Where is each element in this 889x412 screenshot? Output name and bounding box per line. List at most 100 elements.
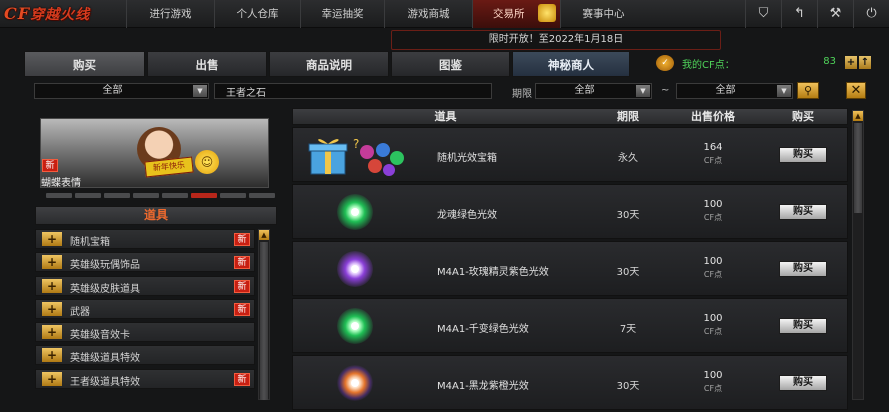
carousel-dot[interactable]: [75, 193, 101, 198]
clear-button[interactable]: ✕: [846, 82, 866, 99]
expand-plus-icon[interactable]: +: [42, 255, 62, 270]
item-period: 30天: [616, 210, 640, 221]
close-icon: ✕: [850, 83, 862, 98]
item-price-unit: CF点: [703, 384, 723, 393]
carousel-dot[interactable]: [220, 193, 246, 198]
orange-glow-icon: [337, 365, 373, 401]
expand-plus-icon[interactable]: +: [42, 325, 62, 340]
search-button[interactable]: ⚲: [797, 82, 819, 99]
category-item[interactable]: + 随机宝箱 新: [35, 229, 255, 249]
item-period: 30天: [616, 381, 640, 392]
buy-button[interactable]: 购买: [779, 204, 827, 220]
category-header: 道具: [35, 206, 277, 225]
carousel-dot[interactable]: [249, 193, 275, 198]
carousel-dot[interactable]: [133, 193, 159, 198]
item-period: 7天: [619, 324, 637, 335]
category-item[interactable]: + 英雄级音效卡: [35, 322, 255, 343]
power-icon[interactable]: ⏻: [853, 0, 889, 28]
new-badge: 新: [234, 233, 250, 246]
buy-button[interactable]: 购买: [779, 261, 827, 277]
expand-plus-icon[interactable]: +: [42, 371, 62, 386]
table-row: ? 随机光效宝箱 永久 164 CF点 购买: [292, 127, 848, 182]
carousel-dot[interactable]: [46, 193, 72, 198]
carousel-dot-active[interactable]: [191, 193, 217, 198]
item-name: 随机光效宝箱: [437, 153, 497, 164]
scrollbar-thumb[interactable]: [260, 242, 268, 400]
nav-lucky-draw[interactable]: 幸运抽奖: [300, 0, 384, 28]
nav-play-game[interactable]: 进行游戏: [126, 0, 214, 28]
table-row: M4A1-千变绿色光效 7天 100 CF点 购买: [292, 298, 848, 353]
shield-icon[interactable]: ⛉: [745, 0, 781, 28]
search-icon: ⚲: [803, 84, 813, 97]
tab-mystery-merchant[interactable]: 神秘商人: [512, 51, 630, 77]
scrollbar-thumb[interactable]: [854, 123, 862, 213]
cf-coin-icon: ✓: [656, 55, 674, 71]
item-period: 永久: [618, 153, 638, 164]
chevron-down-icon: ▼: [193, 85, 207, 97]
item-table-scrollbar[interactable]: ▲: [852, 110, 864, 400]
smile-emoji-icon: ☺: [195, 150, 219, 174]
expand-plus-icon[interactable]: +: [42, 301, 62, 316]
buy-button[interactable]: 购买: [779, 318, 827, 334]
nav-personal-storage[interactable]: 个人仓库: [214, 0, 300, 28]
period-start-select[interactable]: 全部 ▼: [535, 83, 652, 99]
category-scrollbar[interactable]: ▲: [258, 229, 270, 400]
wrench-icon[interactable]: ⚒: [817, 0, 853, 28]
period-label: 期限: [512, 89, 532, 100]
cf-points-value: 83: [823, 56, 836, 67]
item-table-header: 道具 期限 出售价格 购买: [292, 108, 848, 125]
expand-plus-icon[interactable]: +: [42, 348, 62, 363]
item-price-unit: CF点: [703, 213, 723, 222]
chevron-down-icon: ▼: [636, 85, 650, 97]
scroll-up-icon[interactable]: ▲: [259, 230, 269, 240]
table-row: M4A1-玫瑰精灵紫色光效 30天 100 CF点 购买: [292, 241, 848, 296]
category-item[interactable]: + 英雄级皮肤道具 新: [35, 275, 255, 296]
svg-text:?: ?: [353, 137, 359, 151]
exchange-badge-icon: [538, 4, 556, 22]
item-price: 100: [703, 256, 723, 267]
back-icon[interactable]: ↰: [781, 0, 817, 28]
carousel-dot[interactable]: [162, 193, 188, 198]
category-list: + 随机宝箱 新 + 英雄级玩偶饰品 新 + 英雄级皮肤道具 新 + 武器 新 …: [35, 229, 255, 392]
item-name: M4A1-千变绿色光效: [437, 324, 529, 335]
period-end-select[interactable]: 全部 ▼: [676, 83, 793, 99]
tab-item-description[interactable]: 商品说明: [269, 51, 389, 77]
range-tilde: ~: [661, 85, 670, 96]
limited-time-notice: 限时开放！至2022年1月18日: [391, 30, 721, 50]
top-nav-bar: CF穿越火线 进行游戏 个人仓库 幸运抽奖 游戏商城 交易所 赛事中心 ⛉ ↰ …: [0, 0, 889, 28]
category-item[interactable]: + 王者级道具特效 新: [35, 368, 255, 389]
scroll-up-icon[interactable]: ▲: [853, 111, 863, 121]
main-nav: 进行游戏 个人仓库 幸运抽奖 游戏商城 交易所 赛事中心: [126, 0, 646, 28]
item-price: 100: [703, 313, 723, 324]
table-row: M4A1-黑龙紫橙光效 30天 100 CF点 购买: [292, 355, 848, 410]
item-name: M4A1-黑龙紫橙光效: [437, 381, 529, 392]
buy-button[interactable]: 购买: [779, 375, 827, 391]
nav-event-center[interactable]: 赛事中心: [560, 0, 646, 28]
tab-catalog[interactable]: 图鉴: [391, 51, 510, 77]
cf-points-display: ✓ 我的CF点： 83: [656, 55, 836, 71]
column-header-buy: 购买: [792, 110, 814, 123]
tab-sell[interactable]: 出售: [147, 51, 267, 77]
expand-plus-icon[interactable]: +: [42, 232, 62, 246]
new-badge: 新: [234, 279, 250, 293]
nav-game-mall[interactable]: 游戏商城: [384, 0, 472, 28]
new-badge: 新: [234, 372, 250, 386]
buy-button[interactable]: 购买: [779, 147, 827, 163]
table-row: 龙魂绿色光效 30天 100 CF点 购买: [292, 184, 848, 239]
search-keyword: 王者之石: [226, 88, 266, 99]
new-year-sign: 新年快乐: [144, 156, 194, 178]
exchange-tabs: 购买 出售 商品说明 图鉴 神秘商人: [24, 51, 632, 77]
expand-plus-icon[interactable]: +: [42, 278, 62, 293]
nav-exchange[interactable]: 交易所: [472, 0, 560, 28]
item-name: 龙魂绿色光效: [437, 210, 497, 221]
category-item[interactable]: + 英雄级玩偶饰品 新: [35, 252, 255, 273]
tab-buy[interactable]: 购买: [24, 51, 145, 77]
category-item[interactable]: + 武器 新: [35, 298, 255, 319]
new-badge: 新: [234, 302, 250, 316]
cf-info-button[interactable]: ↑: [859, 56, 871, 69]
add-cf-button[interactable]: +: [845, 56, 857, 69]
category-item[interactable]: + 英雄级道具特效: [35, 345, 255, 366]
promo-banner[interactable]: 新年快乐 ☺ 新 蝴蝶表情: [40, 118, 269, 188]
carousel-dot[interactable]: [104, 193, 130, 198]
category-select[interactable]: 全部 ▼: [34, 83, 209, 99]
